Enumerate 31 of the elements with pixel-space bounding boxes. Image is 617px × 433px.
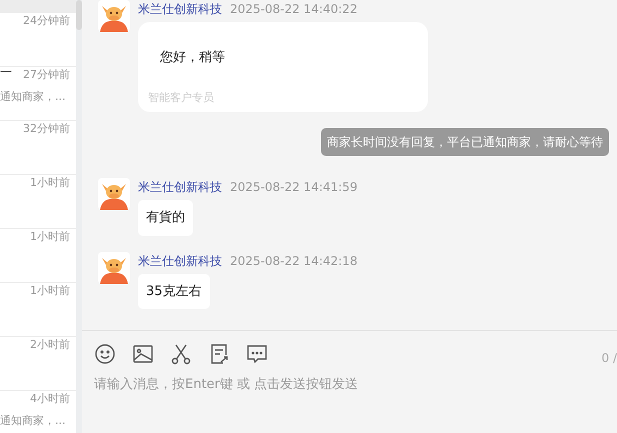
conversation-time: 24分钟前 xyxy=(23,13,70,29)
scrollbar-thumb[interactable] xyxy=(76,0,82,30)
message-text: 您好，稍等 xyxy=(160,50,225,65)
image-icon[interactable] xyxy=(132,343,154,365)
character-counter: 0 / xyxy=(602,350,617,367)
chat-icon[interactable] xyxy=(246,343,268,365)
sender-name: 米兰仕创新科技 xyxy=(138,2,222,16)
conversation-time: 1小时前 xyxy=(30,175,70,191)
conversation-time: 2小时前 xyxy=(30,337,70,353)
cow-avatar-icon xyxy=(98,252,130,284)
message-preview: 通知商家，... xyxy=(0,413,66,429)
conversation-time: 4小时前 xyxy=(30,391,70,407)
cow-avatar-icon xyxy=(98,178,130,210)
message-text: 有貨的 xyxy=(146,210,185,225)
contact-name: 一 xyxy=(0,64,12,81)
system-notice: 商家长时间没有回复，平台已通知商家，请耐心等待 xyxy=(321,128,609,156)
sender-name: 米兰仕创新科技 xyxy=(138,254,222,268)
message-time: 2025-08-22 14:40:22 xyxy=(230,2,358,16)
message-input-field[interactable]: 请输入消息，按Enter键 或 点击发送按钮发送 xyxy=(94,375,617,394)
scissors-icon[interactable] xyxy=(170,343,192,365)
conversation-time: 1小时前 xyxy=(30,229,70,245)
message-text: 35克左右 xyxy=(146,284,202,298)
conversation-time: 27分钟前 xyxy=(23,67,70,83)
sender-name: 米兰仕创新科技 xyxy=(138,180,222,194)
cow-avatar-icon xyxy=(98,0,130,32)
message-preview: 通知商家，... xyxy=(0,89,66,105)
emoji-icon[interactable] xyxy=(94,343,116,365)
message-time: 2025-08-22 14:41:59 xyxy=(230,180,358,194)
conversation-time: 32分钟前 xyxy=(23,121,70,137)
message-time: 2025-08-22 14:42:18 xyxy=(230,254,358,268)
conversation-time: 1小时前 xyxy=(30,283,70,299)
